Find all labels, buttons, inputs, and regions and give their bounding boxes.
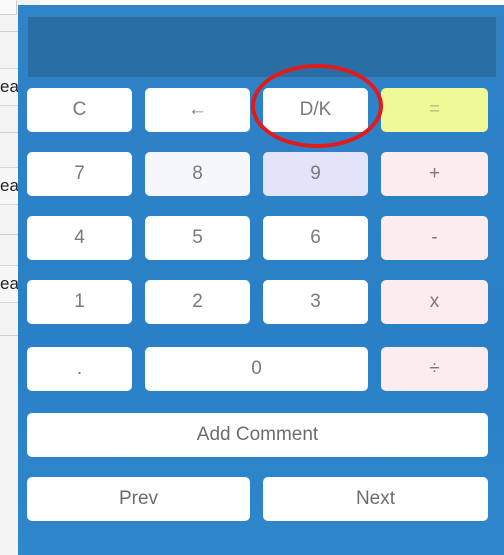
background-row-label: ea — [0, 274, 19, 293]
clear-button[interactable]: C — [27, 88, 132, 132]
calculator-display — [27, 16, 497, 78]
digit-5-button[interactable]: 5 — [145, 216, 250, 260]
next-button[interactable]: Next — [263, 477, 488, 521]
add-comment-button[interactable]: Add Comment — [27, 413, 488, 457]
background-row-label: ea — [0, 176, 19, 195]
prev-button[interactable]: Prev — [27, 477, 250, 521]
digit-4-button[interactable]: 4 — [27, 216, 132, 260]
equals-button[interactable]: = — [381, 88, 488, 132]
decimal-button[interactable]: . — [27, 347, 132, 391]
digit-7-button[interactable]: 7 — [27, 152, 132, 196]
digit-9-button[interactable]: 9 — [263, 152, 368, 196]
divide-button[interactable]: ÷ — [381, 347, 488, 391]
digit-8-button[interactable]: 8 — [145, 152, 250, 196]
backspace-button[interactable]: ← — [145, 88, 250, 132]
digit-1-button[interactable]: 1 — [27, 280, 132, 324]
minus-button[interactable]: - — [381, 216, 488, 260]
background-row-label: ea — [0, 77, 19, 96]
plus-button[interactable]: + — [381, 152, 488, 196]
digit-2-button[interactable]: 2 — [145, 280, 250, 324]
digit-3-button[interactable]: 3 — [263, 280, 368, 324]
background-window-corner — [0, 0, 17, 15]
calculator-panel: C ← D/K = 7 8 9 + 4 5 6 - 1 2 3 x . 0 ÷ … — [18, 5, 504, 555]
dk-button[interactable]: D/K — [263, 88, 368, 132]
multiply-button[interactable]: x — [381, 280, 488, 324]
digit-0-button[interactable]: 0 — [145, 347, 368, 391]
digit-6-button[interactable]: 6 — [263, 216, 368, 260]
